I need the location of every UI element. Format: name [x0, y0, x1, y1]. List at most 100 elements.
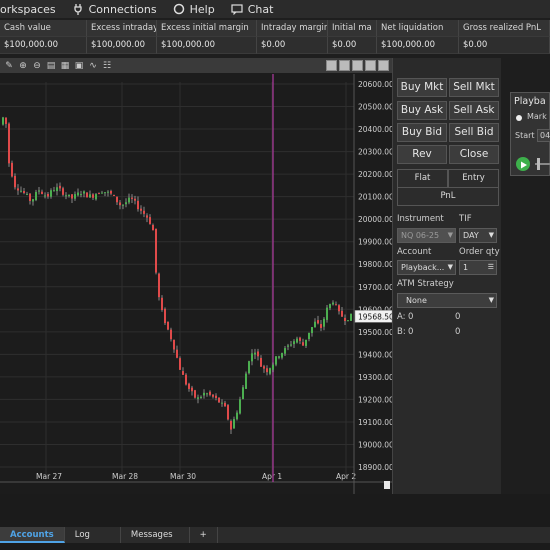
tab-accounts[interactable]: Accounts — [0, 527, 65, 543]
tab-messages[interactable]: Messages — [121, 527, 190, 543]
buy-ask-button[interactable]: Buy Ask — [397, 101, 447, 120]
maximize-icon[interactable] — [365, 60, 376, 71]
strategies-icon[interactable]: ▣ — [74, 61, 84, 71]
y-tick-label: 20100.00 — [358, 193, 392, 202]
candle-body — [53, 190, 55, 192]
candle-body — [308, 332, 310, 340]
col-header[interactable]: Gross realized PnL — [459, 20, 550, 37]
buy-bid-button[interactable]: Buy Bid — [397, 123, 447, 142]
zoom-out-icon[interactable]: ⊖ — [32, 61, 42, 71]
candle-body — [239, 399, 241, 414]
candle-body — [128, 197, 130, 203]
candle-body — [92, 194, 94, 198]
instrument-select: NQ 06-25 ▼ — [397, 228, 456, 243]
atm-strategy-select[interactable]: None ▼ — [397, 293, 497, 308]
window-tile-icon[interactable] — [326, 60, 337, 71]
entry-tab[interactable]: Entry — [448, 169, 499, 188]
col-header[interactable]: Cash value — [0, 20, 87, 37]
chart-trader-icon[interactable]: ☷ — [102, 61, 112, 71]
flat-tab[interactable]: Flat — [397, 169, 448, 188]
candle-body — [65, 195, 67, 197]
candle-body — [287, 345, 289, 347]
candle-body — [35, 191, 37, 201]
sell-bid-button[interactable]: Sell Bid — [449, 123, 499, 142]
candle-body — [206, 393, 208, 395]
market-radio[interactable] — [516, 115, 522, 121]
tif-label: TIF — [459, 214, 472, 224]
candle-body — [71, 194, 73, 199]
speed-slider-handle[interactable] — [537, 158, 540, 170]
y-tick-label: 19500.00 — [358, 328, 392, 337]
y-tick-label: 19300.00 — [358, 373, 392, 382]
y-tick-label: 20000.00 — [358, 215, 392, 224]
candle-body — [101, 192, 103, 194]
candlestick-chart[interactable]: 20600.00 20500.00 20400.00 20300.00 20200.00… — [0, 74, 392, 494]
candle-body — [350, 313, 352, 321]
candle-body — [281, 353, 283, 358]
chart-trader-panel: Buy Mkt Sell Mkt Buy Ask Sell Ask Buy Bi… — [392, 58, 501, 495]
cell-initial-margin: $0.00 — [328, 37, 377, 54]
b-right-value: 0 — [455, 327, 461, 337]
menu-connections[interactable]: Connections — [72, 3, 157, 16]
tif-select[interactable]: DAY ▼ — [459, 228, 497, 243]
candle-body — [242, 387, 244, 399]
tab-log[interactable]: Log — [65, 527, 121, 543]
candle-body — [179, 358, 181, 370]
menu-chat[interactable]: Chat — [231, 3, 273, 16]
candle-body — [98, 193, 100, 195]
col-header[interactable]: Net liquidation — [377, 20, 459, 37]
pnl-tab[interactable]: PnL — [397, 187, 499, 206]
close-icon[interactable] — [378, 60, 389, 71]
zoom-in-icon[interactable]: ⊕ — [18, 61, 28, 71]
y-tick-label: 19100.00 — [358, 418, 392, 427]
candle-body — [296, 338, 298, 343]
stepper-icon[interactable]: ☰ — [488, 261, 494, 274]
minimize-icon[interactable] — [352, 60, 363, 71]
properties-icon[interactable]: ▤ — [46, 61, 56, 71]
menu-help[interactable]: Help — [173, 3, 215, 16]
col-header[interactable]: Intraday margin — [257, 20, 328, 37]
rev-button[interactable]: Rev — [397, 145, 447, 164]
cell-excess-intraday: $100,000.00 — [87, 37, 157, 54]
buy-mkt-button[interactable]: Buy Mkt — [397, 78, 447, 97]
candle-body — [26, 193, 28, 195]
pencil-icon[interactable]: ✎ — [4, 61, 14, 71]
start-date-input[interactable]: 04 — [537, 129, 550, 142]
account-select[interactable]: Playback... ▼ — [397, 260, 456, 275]
candle-body — [104, 192, 106, 194]
indicators-icon[interactable]: ∿ — [88, 61, 98, 71]
sell-mkt-button[interactable]: Sell Mkt — [449, 78, 499, 97]
plug-icon — [73, 4, 82, 15]
add-tab-button[interactable]: + — [190, 527, 218, 543]
col-header[interactable]: Excess intraday m — [87, 20, 157, 37]
close-button[interactable]: Close — [449, 145, 499, 164]
instrument-label: Instrument — [397, 214, 444, 224]
candle-body — [299, 337, 301, 341]
candle-body — [272, 364, 274, 370]
play-button[interactable] — [516, 157, 530, 171]
candle-body — [5, 117, 7, 124]
candle-body — [278, 356, 280, 358]
col-header[interactable]: Initial ma — [328, 20, 377, 37]
window-link-icon[interactable] — [339, 60, 350, 71]
y-tick-label: 19400.00 — [358, 350, 392, 359]
col-header[interactable]: Excess initial margin — [157, 20, 257, 37]
menu-workspaces[interactable]: orkspaces — [0, 3, 56, 16]
candle-body — [50, 190, 52, 197]
candle-body — [269, 368, 271, 374]
chart-toolbar: ✎ ⊕ ⊖ ▤ ▦ ▣ ∿ ☷ — [0, 58, 392, 73]
candle-body — [341, 310, 343, 317]
candle-body — [218, 397, 220, 403]
last-price-label: 19568.50 — [358, 312, 392, 321]
accounts-value-row[interactable]: $100,000.00 $100,000.00 $100,000.00 $0.0… — [0, 37, 550, 54]
sell-ask-button[interactable]: Sell Ask — [449, 101, 499, 120]
order-qty-stepper[interactable]: 1 ☰ — [459, 260, 497, 275]
x-tick-label: Mar 30 — [170, 472, 196, 481]
candle-body — [224, 402, 226, 407]
menu-help-label: Help — [189, 2, 215, 16]
candle-body — [284, 348, 286, 354]
data-box-icon[interactable]: ▦ — [60, 61, 70, 71]
cell-net-liquidation: $100,000.00 — [377, 37, 459, 54]
candle-body — [125, 202, 127, 205]
candle-body — [152, 224, 154, 231]
